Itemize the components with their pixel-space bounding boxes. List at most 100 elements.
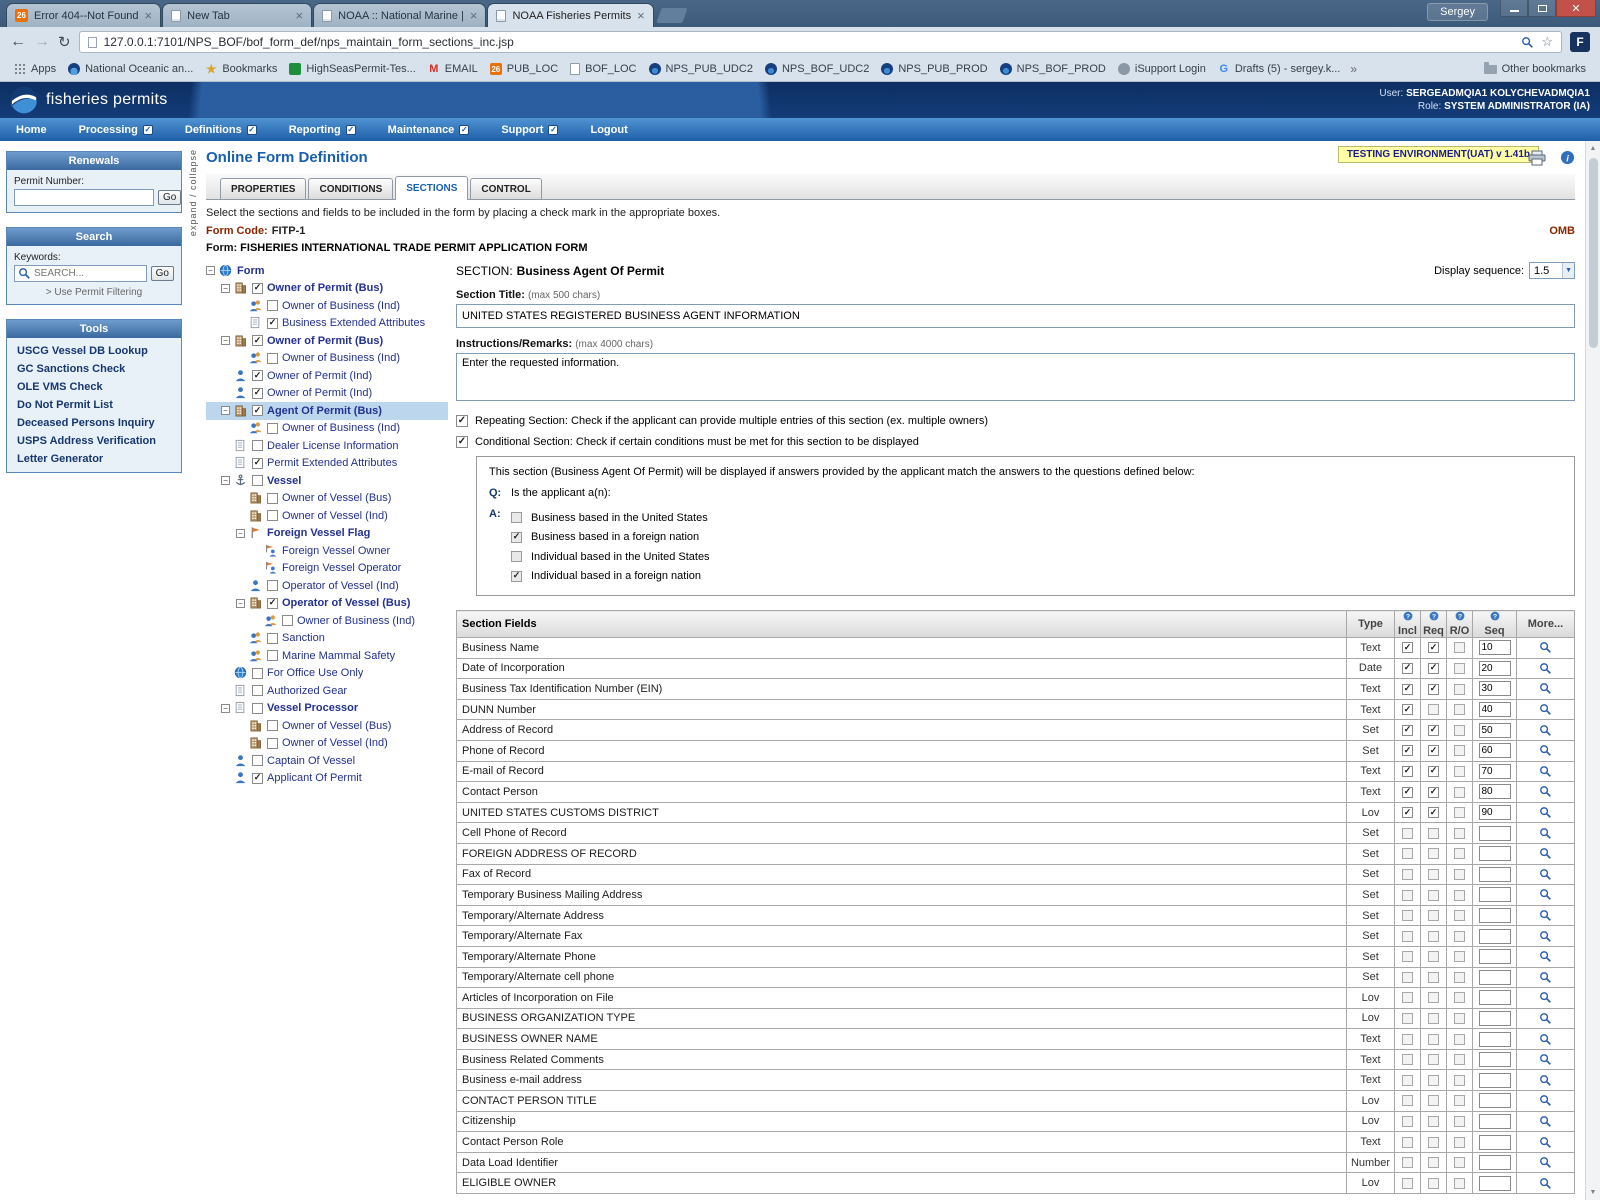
renewals-go-button[interactable]: Go <box>158 190 181 205</box>
seq-input[interactable] <box>1479 1176 1511 1191</box>
tree-item-checkbox[interactable] <box>252 440 263 451</box>
print-icon[interactable] <box>1528 150 1546 166</box>
ro-checkbox[interactable] <box>1454 1013 1465 1024</box>
tool-link[interactable]: Deceased Persons Inquiry <box>13 414 175 432</box>
field-detail-magnifier-icon[interactable] <box>1539 1012 1552 1025</box>
ro-checkbox[interactable] <box>1454 1178 1465 1189</box>
permit-number-input[interactable] <box>14 189 154 206</box>
field-detail-magnifier-icon[interactable] <box>1539 847 1552 860</box>
seq-input[interactable] <box>1479 1135 1511 1150</box>
tree-item[interactable]: Owner of Business (Ind) <box>206 297 448 315</box>
tree-item-checkbox[interactable] <box>267 598 278 609</box>
seq-input[interactable] <box>1479 743 1511 758</box>
field-detail-magnifier-icon[interactable] <box>1539 950 1552 963</box>
answer-checkbox[interactable] <box>511 512 522 523</box>
incl-checkbox[interactable] <box>1402 910 1413 921</box>
req-checkbox[interactable] <box>1428 951 1439 962</box>
incl-checkbox[interactable] <box>1402 869 1413 880</box>
tree-item[interactable]: −Agent Of Permit (Bus) <box>206 402 448 420</box>
req-checkbox[interactable] <box>1428 663 1439 674</box>
tree-item[interactable]: Owner of Business (Ind) <box>206 350 448 368</box>
ro-checkbox[interactable] <box>1454 972 1465 983</box>
tree-item[interactable]: −Owner of Permit (Bus) <box>206 280 448 298</box>
seq-input[interactable] <box>1479 661 1511 676</box>
tab-sections[interactable]: SECTIONS <box>395 176 468 200</box>
field-detail-magnifier-icon[interactable] <box>1539 1156 1552 1169</box>
tree-item[interactable]: Captain Of Vessel <box>206 752 448 770</box>
section-title-input[interactable] <box>456 304 1575 328</box>
tree-item-checkbox[interactable] <box>267 300 278 311</box>
tree-item-checkbox[interactable] <box>252 475 263 486</box>
tree-item-checkbox[interactable] <box>252 283 263 294</box>
ro-checkbox[interactable] <box>1454 807 1465 818</box>
bookmark-item[interactable]: National Oceanic an... <box>62 61 199 77</box>
tree-item[interactable]: Owner of Permit (Ind) <box>206 385 448 403</box>
bookmark-item[interactable]: NPS_BOF_PROD <box>994 61 1112 77</box>
req-checkbox[interactable] <box>1428 1178 1439 1189</box>
seq-input[interactable] <box>1479 784 1511 799</box>
ro-checkbox[interactable] <box>1454 1095 1465 1106</box>
field-detail-magnifier-icon[interactable] <box>1539 1115 1552 1128</box>
new-tab-button[interactable] <box>656 8 687 23</box>
incl-checkbox[interactable] <box>1402 992 1413 1003</box>
display-sequence-select[interactable]: 1.5 ▼ <box>1529 262 1575 279</box>
field-detail-magnifier-icon[interactable] <box>1539 703 1552 716</box>
req-checkbox[interactable] <box>1428 642 1439 653</box>
incl-checkbox[interactable] <box>1402 1157 1413 1168</box>
bookmark-item[interactable]: MEMAIL <box>422 61 484 77</box>
incl-checkbox[interactable] <box>1402 807 1413 818</box>
browser-tab[interactable]: NOAA Fisheries Permits× <box>487 3 653 27</box>
tree-item-checkbox[interactable] <box>267 423 278 434</box>
tree-item[interactable]: Marine Mammal Safety <box>206 647 448 665</box>
tree-item[interactable]: Owner of Permit (Ind) <box>206 367 448 385</box>
tree-item[interactable]: Owner of Vessel (Bus) <box>206 717 448 735</box>
tree-item-checkbox[interactable] <box>267 650 278 661</box>
ro-checkbox[interactable] <box>1454 704 1465 715</box>
tree-item[interactable]: −Owner of Permit (Bus) <box>206 332 448 350</box>
tree-item-checkbox[interactable] <box>267 633 278 644</box>
incl-checkbox[interactable] <box>1402 951 1413 962</box>
incl-checkbox[interactable] <box>1402 848 1413 859</box>
incl-checkbox[interactable] <box>1402 1075 1413 1086</box>
close-button[interactable]: ✕ <box>1556 0 1596 17</box>
ro-checkbox[interactable] <box>1454 787 1465 798</box>
bookmark-item[interactable]: NPS_PUB_UDC2 <box>643 61 759 77</box>
req-checkbox[interactable] <box>1428 807 1439 818</box>
field-detail-magnifier-icon[interactable] <box>1539 1177 1552 1190</box>
seq-input[interactable] <box>1479 949 1511 964</box>
field-detail-magnifier-icon[interactable] <box>1539 868 1552 881</box>
profile-button[interactable]: Sergey <box>1427 3 1488 21</box>
req-checkbox[interactable] <box>1428 931 1439 942</box>
tree-item[interactable]: Owner of Vessel (Bus) <box>206 490 448 508</box>
bookmarks-overflow-chevron[interactable]: » <box>1346 62 1361 76</box>
req-checkbox[interactable] <box>1428 766 1439 777</box>
incl-checkbox[interactable] <box>1402 972 1413 983</box>
incl-checkbox[interactable] <box>1402 766 1413 777</box>
ro-checkbox[interactable] <box>1454 869 1465 880</box>
tree-item[interactable]: Foreign Vessel Owner <box>206 542 448 560</box>
tree-root[interactable]: − Form <box>206 262 448 280</box>
tree-item-checkbox[interactable] <box>267 318 278 329</box>
bookmark-item[interactable]: GDrafts (5) - sergey.k... <box>1212 61 1347 77</box>
tree-item[interactable]: Operator of Vessel (Ind) <box>206 577 448 595</box>
req-checkbox[interactable] <box>1428 910 1439 921</box>
ro-checkbox[interactable] <box>1454 663 1465 674</box>
field-detail-magnifier-icon[interactable] <box>1539 1074 1552 1087</box>
req-checkbox[interactable] <box>1428 704 1439 715</box>
tree-item-checkbox[interactable] <box>252 370 263 381</box>
ro-checkbox[interactable] <box>1454 1116 1465 1127</box>
incl-checkbox[interactable] <box>1402 642 1413 653</box>
bookmark-item[interactable]: HighSeasPermit-Tes... <box>283 61 421 77</box>
answer-checkbox[interactable] <box>511 532 522 543</box>
field-detail-magnifier-icon[interactable] <box>1539 765 1552 778</box>
tree-item[interactable]: Foreign Vessel Operator <box>206 560 448 578</box>
tree-item[interactable]: −Operator of Vessel (Bus) <box>206 595 448 613</box>
req-checkbox[interactable] <box>1428 1157 1439 1168</box>
nav-home[interactable]: Home <box>0 118 63 141</box>
bookmark-item[interactable]: iSupport Login <box>1112 61 1212 77</box>
req-checkbox[interactable] <box>1428 869 1439 880</box>
ro-checkbox[interactable] <box>1454 890 1465 901</box>
search-go-button[interactable]: Go <box>151 266 174 281</box>
incl-checkbox[interactable] <box>1402 1137 1413 1148</box>
field-detail-magnifier-icon[interactable] <box>1539 909 1552 922</box>
